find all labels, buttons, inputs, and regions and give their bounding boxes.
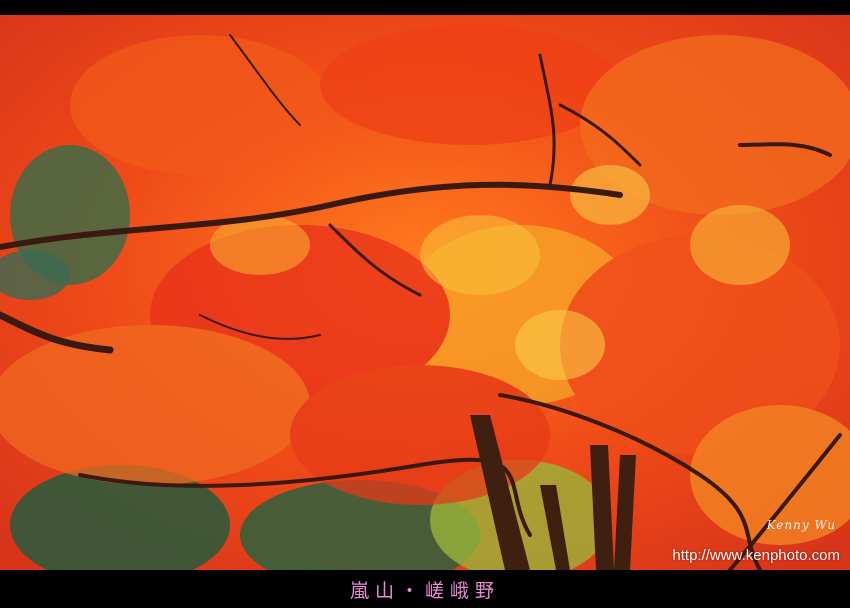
photo-caption: 嵐山・嵯峨野 bbox=[349, 579, 500, 602]
website-watermark: http://www.kenphoto.com bbox=[672, 547, 840, 564]
autumn-maple-photo bbox=[0, 15, 850, 570]
photo-frame: Kenny Wu http://www.kenphoto.com 嵐山・嵯峨野 bbox=[0, 0, 850, 608]
maple-scene bbox=[0, 15, 850, 570]
photographer-signature: Kenny Wu bbox=[766, 518, 836, 532]
